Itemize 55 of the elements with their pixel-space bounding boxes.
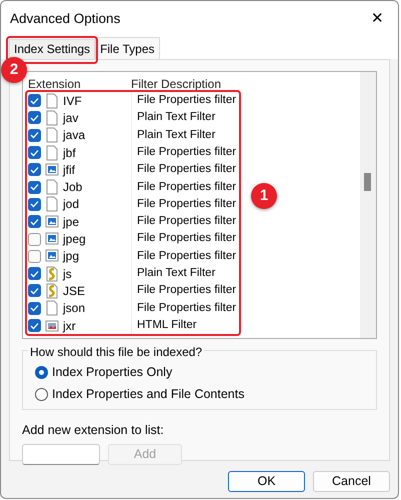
filter-cell: File Properties filter xyxy=(131,92,236,110)
tab[interactable]: File Types xyxy=(95,37,160,59)
ok-button[interactable]: OK xyxy=(228,471,305,492)
checkbox[interactable] xyxy=(28,180,41,194)
extension-cell-text: jxr xyxy=(63,318,77,335)
filter-cell: Plain Text Filter xyxy=(131,264,216,282)
extension-cell-text: jpg xyxy=(63,248,80,266)
filter-cell: File Properties filter xyxy=(131,213,236,230)
extension-cell-text: Job xyxy=(63,179,84,196)
checkbox[interactable] xyxy=(28,215,41,228)
checkbox[interactable] xyxy=(28,146,41,160)
extension-cell-text: json xyxy=(63,300,86,318)
scrollbar-thumb[interactable] xyxy=(364,173,371,191)
radio-option[interactable]: Index Properties Only xyxy=(35,361,364,383)
extension-input[interactable] xyxy=(22,444,100,465)
radio-option[interactable]: Index Properties and File Contents xyxy=(35,383,364,405)
column-header[interactable]: Filter Description xyxy=(127,75,222,92)
scrollbar[interactable] xyxy=(360,72,376,338)
filter-cell: Plain Text Filter xyxy=(131,126,216,144)
checkbox[interactable] xyxy=(28,319,41,332)
extension-cell-text: jbf xyxy=(63,144,77,162)
extension-cell-text: java xyxy=(63,127,86,144)
checkbox[interactable] xyxy=(28,111,41,124)
extension-cell-text: IVF xyxy=(63,92,83,110)
close-button[interactable]: ✕ xyxy=(367,8,388,30)
filter-cell: File Properties filter xyxy=(131,248,236,265)
checkbox[interactable] xyxy=(28,284,41,298)
checkbox[interactable] xyxy=(28,232,41,246)
extension-cell-text: JSE xyxy=(63,282,86,300)
filter-cell: File Properties filter xyxy=(131,196,236,214)
cancel-button[interactable]: Cancel xyxy=(313,471,390,492)
extension-cell-text: jfif xyxy=(63,162,76,179)
tab[interactable]: Index Settings xyxy=(9,39,96,59)
extension-cell-text: jav xyxy=(63,110,80,127)
filter-cell: File Properties filter xyxy=(131,282,236,300)
filter-cell: File Properties filter xyxy=(131,161,236,178)
checkbox[interactable] xyxy=(28,302,41,315)
checkbox[interactable] xyxy=(28,128,41,142)
filter-cell: File Properties filter xyxy=(131,230,236,248)
window-title: Advanced Options xyxy=(10,10,120,28)
checkbox[interactable] xyxy=(28,250,41,263)
filter-cell: File Properties filter xyxy=(131,144,236,162)
checkbox[interactable] xyxy=(28,163,41,176)
extension-cell-text: jpeg xyxy=(63,231,87,248)
filter-cell: Plain Text Filter xyxy=(131,109,216,127)
filter-cell: File Properties filter xyxy=(131,178,236,196)
checkbox[interactable] xyxy=(28,198,41,211)
filter-cell: HTML Filter xyxy=(131,316,197,334)
filter-cell: File Properties filter xyxy=(131,300,236,317)
checkbox[interactable] xyxy=(28,267,41,280)
extension-cell-text: js xyxy=(63,266,73,283)
checkbox[interactable] xyxy=(28,94,41,108)
add-extension-label: Add new extension to list: xyxy=(22,422,165,439)
extension-cell-text: jpe xyxy=(63,214,80,231)
extension-cell-text: jod xyxy=(63,196,80,214)
